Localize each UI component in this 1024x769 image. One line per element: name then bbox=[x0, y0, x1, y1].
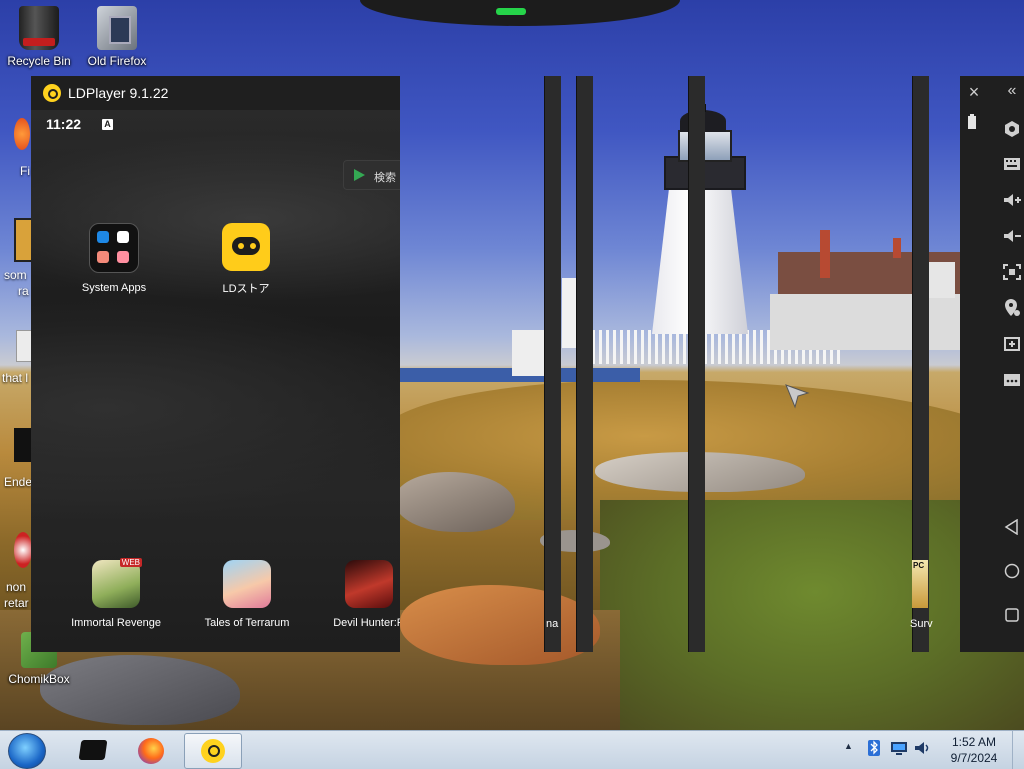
settings-icon[interactable] bbox=[1003, 120, 1021, 138]
desktop-icon-partial-label: ra bbox=[18, 284, 29, 298]
folder-icon bbox=[78, 740, 108, 760]
play-store-icon bbox=[354, 169, 365, 181]
desktop-icon-partial-label: non bbox=[6, 580, 27, 594]
app-system-apps[interactable]: System Apps bbox=[59, 223, 169, 294]
partial-app-label: Surv bbox=[910, 618, 933, 630]
desktop-icon-old-firefox[interactable]: Old Firefox bbox=[80, 6, 154, 68]
partial-app-tag: PC bbox=[913, 561, 925, 570]
handle-indicator-icon bbox=[496, 8, 526, 15]
taskbar-date: 9/7/2024 bbox=[950, 751, 998, 765]
immortal-revenge-icon: WEB bbox=[92, 558, 142, 608]
desktop-icon-label: Old Firefox bbox=[87, 54, 147, 68]
app-label: LDストア bbox=[222, 283, 270, 295]
desktop-icon-recycle-bin[interactable]: Recycle Bin bbox=[2, 6, 76, 68]
app-label: Immortal Revenge bbox=[71, 617, 161, 629]
bluetooth-icon[interactable] bbox=[866, 739, 882, 757]
volume-icon[interactable] bbox=[914, 740, 932, 756]
tales-of-terrarum-icon bbox=[223, 560, 271, 608]
app-label: System Apps bbox=[81, 282, 147, 294]
taskbar: ▲ 1:52 AM 9/7/2024 bbox=[0, 730, 1024, 769]
close-window-button[interactable]: × bbox=[962, 82, 986, 103]
taskbar-app-ldplayer[interactable] bbox=[184, 733, 242, 769]
desktop-icon-partial[interactable] bbox=[14, 428, 32, 462]
app-label: Tales of Terrarum bbox=[204, 617, 290, 629]
desktop-icon-label: ChomikBox bbox=[8, 672, 70, 686]
folder-app-icon bbox=[97, 6, 137, 50]
system-apps-folder-icon bbox=[89, 223, 139, 273]
firefox-icon bbox=[138, 738, 164, 764]
search-label: 検索 bbox=[374, 172, 396, 184]
taskbar-time: 1:52 AM bbox=[951, 735, 997, 749]
desktop-icon-partial-label: Ende bbox=[4, 475, 33, 489]
ldplayer-title-bar[interactable]: LDPlayer 9.1.22 bbox=[31, 76, 400, 110]
fullscreen-icon[interactable] bbox=[1003, 264, 1021, 280]
desktop-icon-partial[interactable] bbox=[14, 118, 30, 150]
volume-up-icon[interactable] bbox=[1003, 192, 1021, 208]
app-immortal-revenge[interactable]: WEB Immortal Revenge bbox=[61, 558, 171, 629]
desktop-icon-partial[interactable] bbox=[14, 532, 32, 568]
add-window-icon[interactable] bbox=[1003, 336, 1021, 352]
android-status-time: 11:22 bbox=[46, 116, 82, 132]
app-ld-store[interactable]: LDストア bbox=[191, 223, 301, 296]
desktop-icon-partial-label: som bbox=[4, 268, 27, 282]
location-icon[interactable] bbox=[1003, 298, 1021, 318]
android-home-screen[interactable]: 11:22 A 検索 System Apps LDストア WEB Immorta… bbox=[31, 110, 400, 652]
app-devil-hunter[interactable]: Devil Hunter:R bbox=[324, 560, 400, 629]
taskbar-app-explorer[interactable] bbox=[62, 733, 118, 767]
mouse-pointer-icon bbox=[785, 384, 810, 409]
recent-icon[interactable] bbox=[1004, 607, 1020, 623]
app-tales-of-terrarum[interactable]: Tales of Terrarum bbox=[192, 560, 302, 629]
status-notification-icon: A bbox=[102, 119, 113, 130]
home-icon[interactable] bbox=[1004, 563, 1020, 579]
collapse-toolbar-button[interactable]: « bbox=[1000, 82, 1024, 100]
back-icon[interactable] bbox=[1004, 519, 1020, 535]
app-label: Devil Hunter:R bbox=[333, 617, 400, 629]
ldplayer-logo-icon bbox=[43, 84, 61, 102]
window-title: LDPlayer 9.1.22 bbox=[68, 85, 169, 101]
devil-hunter-icon bbox=[345, 560, 393, 608]
network-icon[interactable] bbox=[890, 740, 908, 756]
more-icon[interactable] bbox=[1003, 372, 1021, 388]
ldplayer-side-toolbar: × « bbox=[960, 76, 1024, 652]
show-hidden-icons-button[interactable]: ▲ bbox=[844, 741, 853, 751]
desktop-icon-partial-label: retar bbox=[4, 596, 29, 610]
ldplayer-icon bbox=[201, 739, 225, 763]
volume-down-icon[interactable] bbox=[1003, 228, 1021, 244]
desktop-icon-label: Recycle Bin bbox=[7, 54, 71, 68]
play-store-search-button[interactable]: 検索 bbox=[343, 160, 400, 190]
start-button[interactable] bbox=[8, 733, 46, 769]
web-badge: WEB bbox=[119, 558, 142, 567]
desktop-icon-partial-label: that l bbox=[2, 371, 29, 385]
battery-icon bbox=[968, 114, 976, 129]
desktop-icon-partial-label: Fi bbox=[20, 164, 30, 178]
taskbar-clock[interactable]: 1:52 AM 9/7/2024 bbox=[943, 734, 1005, 766]
partial-app-label: na bbox=[546, 618, 559, 630]
taskbar-app-firefox[interactable] bbox=[122, 733, 178, 767]
recycle-bin-icon bbox=[19, 6, 59, 50]
ldplayer-window[interactable]: LDPlayer 9.1.22 11:22 A 検索 System Apps L… bbox=[31, 76, 400, 652]
keyboard-icon[interactable] bbox=[1003, 156, 1021, 172]
gamepad-icon bbox=[222, 223, 270, 271]
show-desktop-button[interactable] bbox=[1012, 731, 1024, 769]
